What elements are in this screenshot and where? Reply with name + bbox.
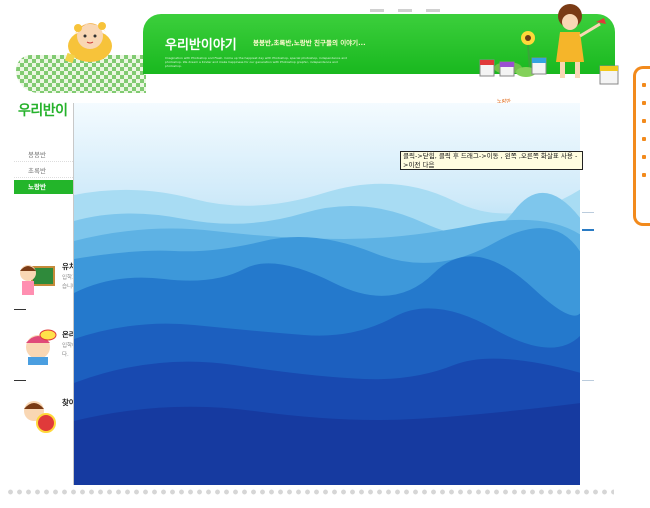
top-utility-links[interactable] bbox=[370, 0, 454, 12]
header-subtitle: 봉봉반,초록반,노랑반 친구들의 이야기... bbox=[253, 39, 366, 47]
quick-menu[interactable] bbox=[633, 66, 650, 226]
teacher-board-icon bbox=[20, 265, 55, 295]
divider bbox=[14, 309, 26, 310]
background-divider bbox=[582, 229, 594, 231]
bottom-dot-border bbox=[6, 488, 614, 496]
header-title: 우리반이야기 bbox=[165, 38, 237, 53]
site-logo[interactable]: 우리반이 bbox=[18, 100, 68, 120]
consult-character-icon bbox=[26, 329, 57, 365]
divider bbox=[14, 380, 26, 381]
background-divider bbox=[582, 212, 594, 213]
painting-kids-illustration bbox=[479, 4, 619, 85]
lightbox-tooltip: 클릭->닫힘, 클릭 후 드래그->이동 , 왼쪽 ,오른쪽 화살표 사용 ->… bbox=[400, 151, 583, 170]
background-divider bbox=[582, 380, 594, 381]
header-tagline: Imagination with Photoshop and Flash. Co… bbox=[165, 56, 347, 68]
drum-kid-icon bbox=[24, 401, 56, 433]
girl-character-illustration bbox=[64, 22, 112, 64]
